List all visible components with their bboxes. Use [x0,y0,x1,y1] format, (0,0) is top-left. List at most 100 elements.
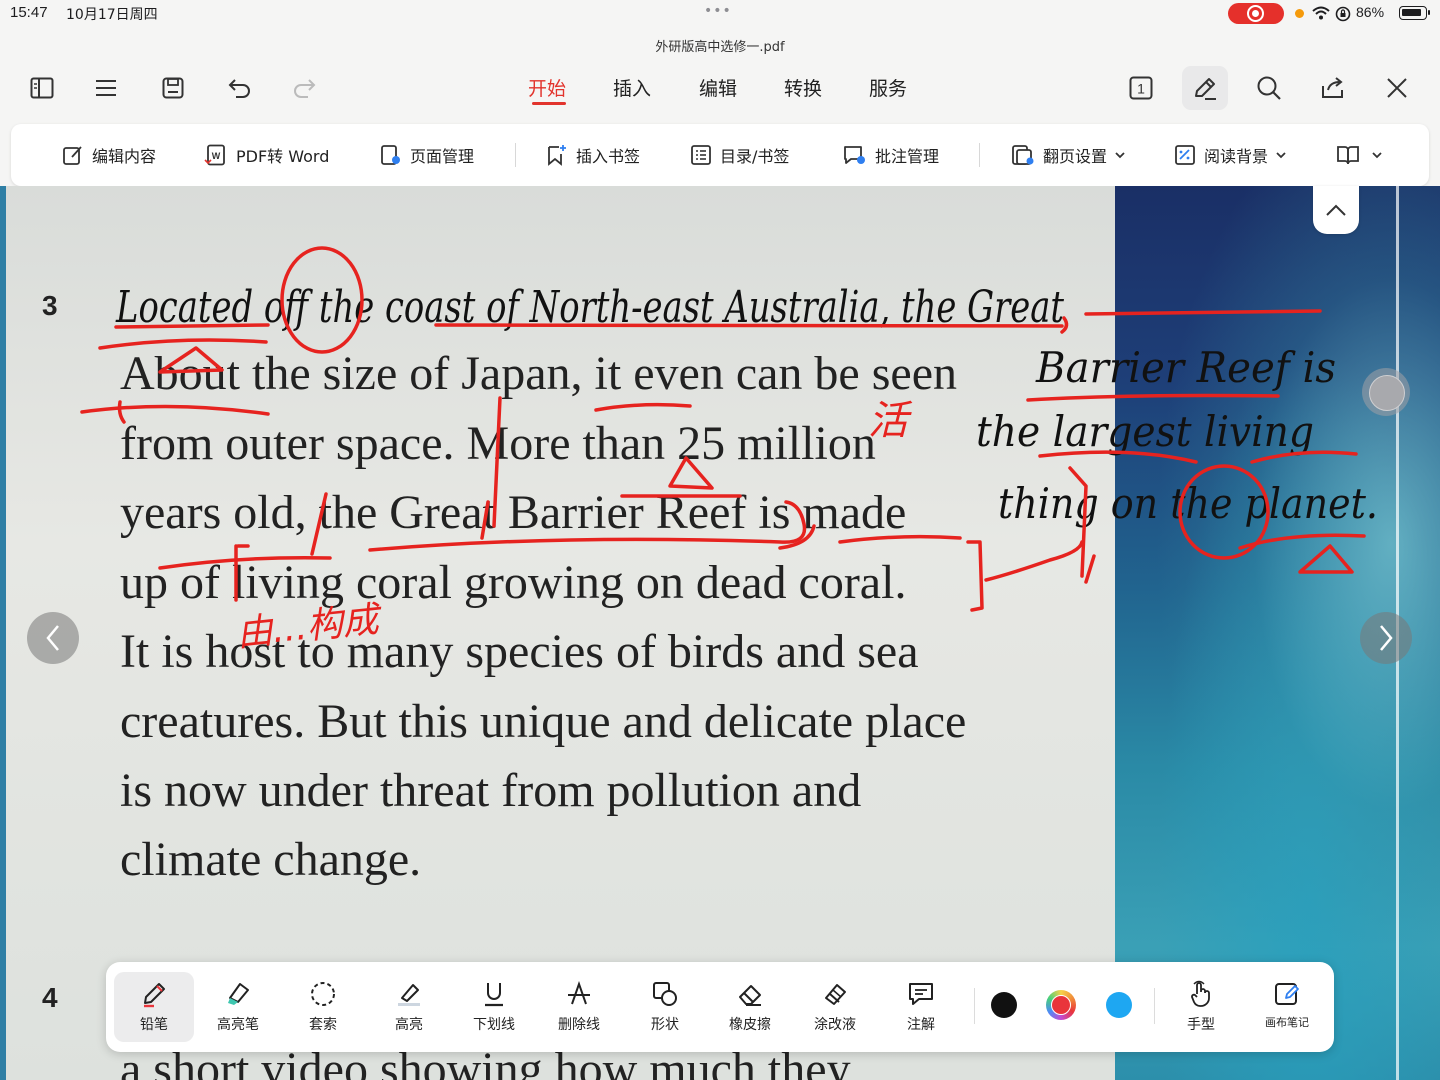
tool-label: 高亮笔 [217,1017,259,1033]
chevron-down-icon [1115,152,1125,159]
page-turn-icon [1012,145,1034,165]
tool-label: 套索 [309,1017,337,1033]
page-manage-icon [381,145,400,165]
active-tab-indicator [532,102,566,105]
tool-label: 删除线 [558,1017,600,1033]
strikethrough-tool[interactable]: 删除线 [539,972,619,1042]
page-manage-button[interactable]: 页面管理 [380,142,474,168]
wifi-icon [1312,6,1330,20]
collapse-toolbar-button[interactable] [1313,186,1359,234]
insert-bookmark-icon [548,145,566,166]
chevron-up-icon [1326,204,1346,216]
sidebar-toggle-icon[interactable] [22,68,62,108]
edit-content-icon [63,146,82,165]
correction-fluid-icon [825,984,846,1005]
tab-service[interactable]: 服务 [869,74,907,101]
undo-icon[interactable] [220,68,260,108]
pdf-to-word-label: PDF转 Word [236,147,330,166]
handwritten-note: 由...构成 [235,599,386,655]
highlight-tool[interactable]: 高亮 [369,972,449,1042]
tab-edit[interactable]: 编辑 [699,74,737,101]
status-date: 10月17日周四 [66,7,158,23]
document-title: 外研版高中选修一.pdf [655,40,785,55]
battery-icon [1399,6,1430,20]
pdf-page[interactable]: 3 4 About the size of Japan, it even can… [0,186,1440,1080]
insert-bookmark-label: 插入书签 [576,147,641,166]
eraser-icon [739,985,761,1006]
book-icon [1337,146,1359,165]
ribbon-toolbar: 编辑内容 W PDF转 Word 页面管理 插入书签 目录/书签 批注管理 翻页… [11,124,1429,186]
toc-bookmark-label: 目录/书签 [720,147,790,166]
handwritten-line: Barrier Reef is [1035,343,1336,392]
redo-icon[interactable] [284,68,324,108]
chevron-down-icon [1372,152,1382,159]
highlight-icon [398,984,420,1006]
page-turn-settings-dropdown[interactable]: 翻页设置 [1011,142,1127,168]
hand-mode-tool[interactable]: 手型 [1161,972,1241,1042]
chevron-left-icon [46,625,59,651]
tab-convert[interactable]: 转换 [784,74,822,101]
comment-manage-button[interactable]: 批注管理 [843,142,939,168]
page-indicator-button[interactable]: 1 [1121,68,1161,108]
svg-text:W: W [212,151,221,161]
assistive-touch-ball[interactable] [1362,368,1410,416]
next-page-button[interactable] [1360,612,1412,664]
canvas-note-tool[interactable]: 画布笔记 [1247,972,1327,1042]
handwritten-note: 活 [868,398,913,444]
annotate-pen-icon[interactable] [1185,68,1225,108]
search-icon[interactable] [1249,68,1289,108]
tool-label: 高亮 [395,1017,423,1033]
reading-background-dropdown[interactable]: 阅读背景 [1174,142,1288,168]
hand-mode-label: 手型 [1187,1017,1215,1033]
highlighter-tool[interactable]: 高亮笔 [198,972,278,1042]
chevron-down-icon [1276,152,1286,159]
comment-icon [909,983,933,1005]
lasso-tool[interactable]: 套索 [283,972,363,1042]
mic-indicator-dot [1295,9,1304,18]
close-icon[interactable] [1377,68,1417,108]
comment-manage-icon [844,146,865,164]
color-swatch-black[interactable] [991,992,1017,1018]
color-swatch-blue[interactable] [1106,992,1132,1018]
hand-icon [1191,980,1210,1007]
tool-label: 下划线 [473,1017,515,1033]
save-icon[interactable] [153,68,193,108]
edit-content-button[interactable]: 编辑内容 [62,142,156,168]
page-manage-label: 页面管理 [410,147,475,166]
canvas-note-label: 画布笔记 [1265,1016,1309,1029]
previous-page-button[interactable] [27,612,79,664]
correction-fluid-tool[interactable]: 涂改液 [795,972,875,1042]
ribbon-divider [979,143,980,167]
menu-icon[interactable] [86,68,126,108]
handwritten-line: the largest living [976,407,1314,456]
tab-start[interactable]: 开始 [528,74,566,101]
comment-tool[interactable]: 注解 [881,972,961,1042]
reading-background-icon [1175,145,1195,165]
tool-label: 铅笔 [140,1017,168,1033]
insert-bookmark-button[interactable]: 插入书签 [546,142,640,168]
reading-background-label: 阅读背景 [1204,147,1269,166]
pencil-tool[interactable]: 铅笔 [114,972,194,1042]
eraser-tool[interactable]: 橡皮擦 [710,972,790,1042]
underline-icon [485,983,503,1007]
share-icon[interactable] [1313,68,1353,108]
underline-tool[interactable]: 下划线 [454,972,534,1042]
multitask-dots[interactable]: ••• [704,3,732,19]
toc-bookmark-button[interactable]: 目录/书签 [690,142,789,168]
strikethrough-icon [568,980,590,1005]
screen-record-indicator[interactable] [1228,3,1284,24]
annotation-toolbar: 铅笔 高亮笔 套索 高亮 下划线 删除线 形状 橡皮擦 涂改液 注解 手型 画布… [106,962,1334,1052]
pdf-to-word-button[interactable]: W PDF转 Word [204,142,329,168]
ink-annotation-layer: Located off the coast of North-east Aust… [80,246,1378,655]
color-swatch-red-selected[interactable] [1046,990,1076,1020]
tool-label: 形状 [651,1017,679,1033]
tool-label: 橡皮擦 [729,1017,771,1033]
comment-manage-label: 批注管理 [875,147,940,166]
rotation-lock-icon [1335,6,1351,22]
tab-insert[interactable]: 插入 [613,74,651,101]
page-indicator-number: 1 [1137,81,1145,97]
toc-icon [691,145,711,165]
tool-label: 涂改液 [814,1017,856,1033]
shape-tool[interactable]: 形状 [625,972,705,1042]
reading-mode-dropdown[interactable] [1336,142,1384,168]
